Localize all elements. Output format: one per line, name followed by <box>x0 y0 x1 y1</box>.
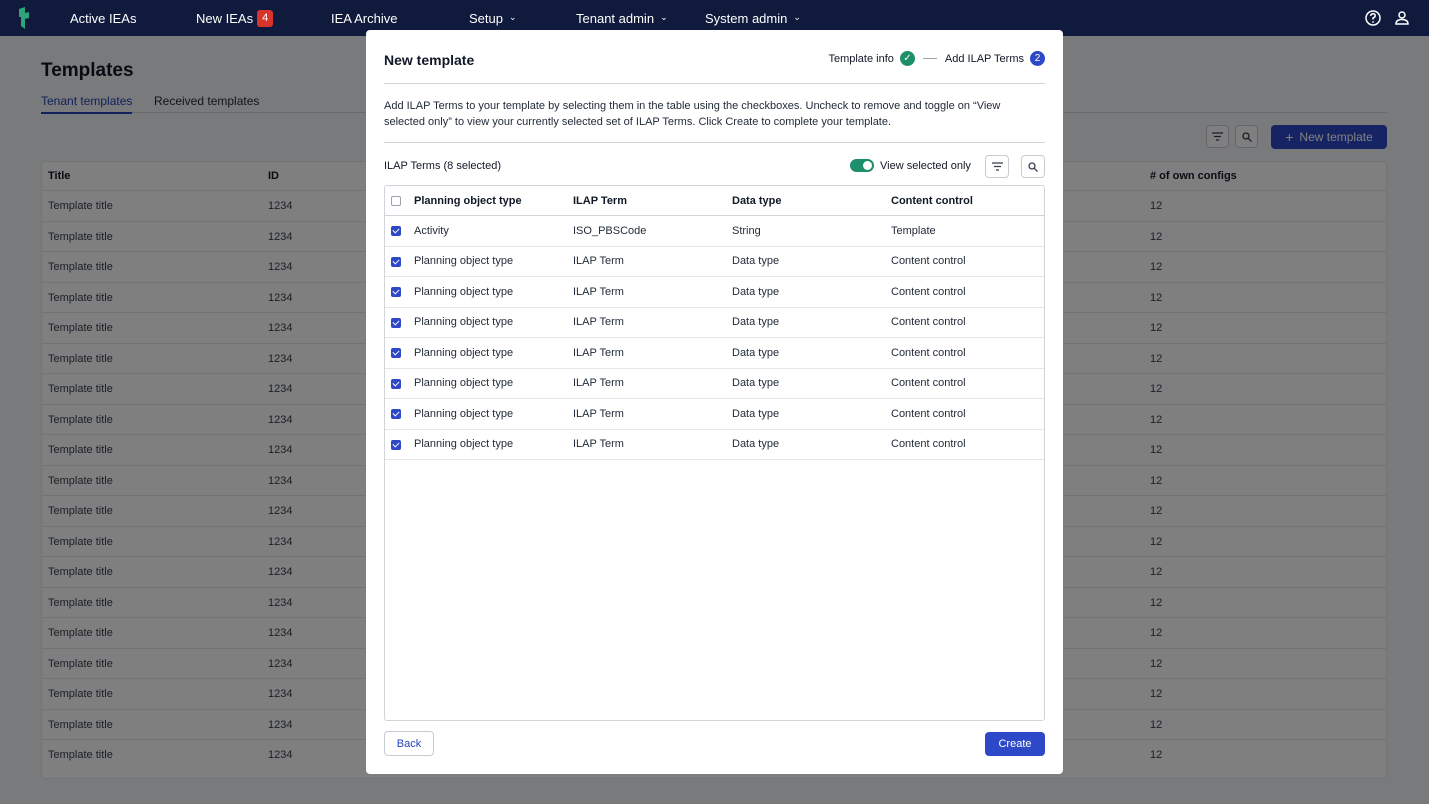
select-all-checkbox[interactable] <box>391 196 401 206</box>
table-cell: Planning object type <box>414 316 514 329</box>
step-add-ilap-terms-label: Add ILAP Terms <box>944 52 1024 65</box>
row-checkbox[interactable] <box>391 439 401 450</box>
view-selected-only-toggle[interactable]: View selected only <box>850 159 971 172</box>
create-button[interactable]: Create <box>985 732 1045 756</box>
step-template-info-label: Template info <box>828 52 894 65</box>
row-checkbox[interactable] <box>391 256 401 267</box>
step-number-badge: 2 <box>1030 51 1045 66</box>
table-cell: String <box>732 224 761 237</box>
table-cell: Data type <box>732 438 780 451</box>
table-cell: ILAP Term <box>573 346 624 359</box>
search-icon <box>1028 161 1038 172</box>
nav-label: IEA Archive <box>331 10 398 26</box>
table-cell: Planning object type <box>414 255 514 268</box>
table-cell: Planning object type <box>414 377 514 390</box>
table-cell: Content control <box>891 285 966 298</box>
table-cell: Data type <box>732 255 780 268</box>
table-cell: Data type <box>732 377 780 390</box>
modal-title: New template <box>384 52 475 68</box>
table-cell: Template <box>891 224 936 237</box>
table-cell: ILAP Term <box>573 377 624 390</box>
table-row[interactable]: Planning object type ILAP Term Data type Co… <box>385 338 1044 369</box>
nav-label: New IEAs <box>196 10 254 26</box>
row-checkbox[interactable] <box>391 378 401 389</box>
step-connector <box>922 58 937 59</box>
table-cell: Content control <box>891 407 966 420</box>
new-ieas-count-badge: 4 <box>257 9 274 27</box>
table-cell: ILAP Term <box>573 285 624 298</box>
chevron-down-icon: ⌄ <box>793 11 801 22</box>
column-header-content-control[interactable]: Content control <box>891 186 973 215</box>
table-cell: Data type <box>732 407 780 420</box>
table-header: Planning object type ILAP Term Data type… <box>385 186 1044 216</box>
table-cell: Planning object type <box>414 407 514 420</box>
table-cell: ILAP Term <box>573 438 624 451</box>
toggle-label: View selected only <box>880 159 971 172</box>
terms-search-button[interactable] <box>1021 155 1045 178</box>
stepper: Template info ✓ Add ILAP Terms 2 <box>828 51 1045 66</box>
ilap-terms-count-label: ILAP Terms (8 selected) <box>384 160 501 172</box>
table-row[interactable]: Planning object type ILAP Term Data type Co… <box>385 399 1044 430</box>
check-icon: ✓ <box>899 51 915 66</box>
table-cell: Planning object type <box>414 438 514 451</box>
row-checkbox[interactable] <box>391 409 401 419</box>
table-cell: ISO_PBSCode <box>573 224 647 237</box>
table-row[interactable]: Activity ISO_PBSCode String Template <box>385 216 1044 247</box>
nav-active-ieas[interactable]: Active IEAs <box>70 0 136 36</box>
filter-icon <box>991 162 1003 171</box>
table-cell: Content control <box>891 255 966 268</box>
nav-new-ieas[interactable]: New IEAs 4 <box>196 0 274 36</box>
table-cell: Content control <box>891 316 966 329</box>
chevron-down-icon: ⌄ <box>508 11 517 22</box>
help-icon[interactable] <box>1364 9 1382 27</box>
user-icon[interactable] <box>1393 9 1411 27</box>
table-cell: Data type <box>732 346 780 359</box>
table-row[interactable]: Planning object type ILAP Term Data type Co… <box>385 430 1044 460</box>
toggle-switch[interactable] <box>850 159 874 172</box>
table-cell: Content control <box>891 377 966 390</box>
table-cell: Data type <box>732 316 780 329</box>
row-checkbox[interactable] <box>391 287 401 297</box>
table-cell: Content control <box>891 346 966 359</box>
table-cell: ILAP Term <box>573 407 624 420</box>
table-cell: Activity <box>414 224 449 237</box>
nav-label: System admin <box>705 10 788 26</box>
column-header-planning-object-type[interactable]: Planning object type <box>414 186 522 215</box>
modal-description: Add ILAP Terms to your template by selec… <box>384 100 1001 128</box>
ilap-terms-table: Planning object type ILAP Term Data type… <box>384 185 1045 721</box>
table-cell: Planning object type <box>414 346 514 359</box>
table-cell: Data type <box>732 285 780 298</box>
table-cell: Content control <box>891 438 966 451</box>
chevron-down-icon: ⌄ <box>660 11 668 22</box>
nav-label: Setup <box>469 10 503 26</box>
table-row[interactable]: Planning object type ILAP Term Data type Co… <box>385 247 1044 277</box>
table-row[interactable]: Planning object type ILAP Term Data type Co… <box>385 308 1044 338</box>
row-checkbox[interactable] <box>391 317 401 328</box>
divider <box>384 142 1045 143</box>
column-header-ilap-term[interactable]: ILAP Term <box>573 186 627 215</box>
column-header-data-type[interactable]: Data type <box>732 186 782 215</box>
table-row[interactable]: Planning object type ILAP Term Data type Co… <box>385 369 1044 399</box>
nav-label: Active IEAs <box>70 10 137 26</box>
new-template-modal: New template Template info ✓ Add ILAP Te… <box>366 30 1063 774</box>
table-cell: ILAP Term <box>573 316 624 329</box>
table-cell: Planning object type <box>414 285 514 298</box>
nav-label: Tenant admin <box>576 10 655 26</box>
back-button[interactable]: Back <box>384 731 434 756</box>
table-row[interactable]: Planning object type ILAP Term Data type Co… <box>385 277 1044 308</box>
row-checkbox[interactable] <box>391 226 401 236</box>
app-logo[interactable] <box>16 7 32 29</box>
terms-filter-button[interactable] <box>985 155 1009 178</box>
divider <box>384 83 1045 84</box>
row-checkbox[interactable] <box>391 348 401 358</box>
table-cell: ILAP Term <box>573 255 624 268</box>
